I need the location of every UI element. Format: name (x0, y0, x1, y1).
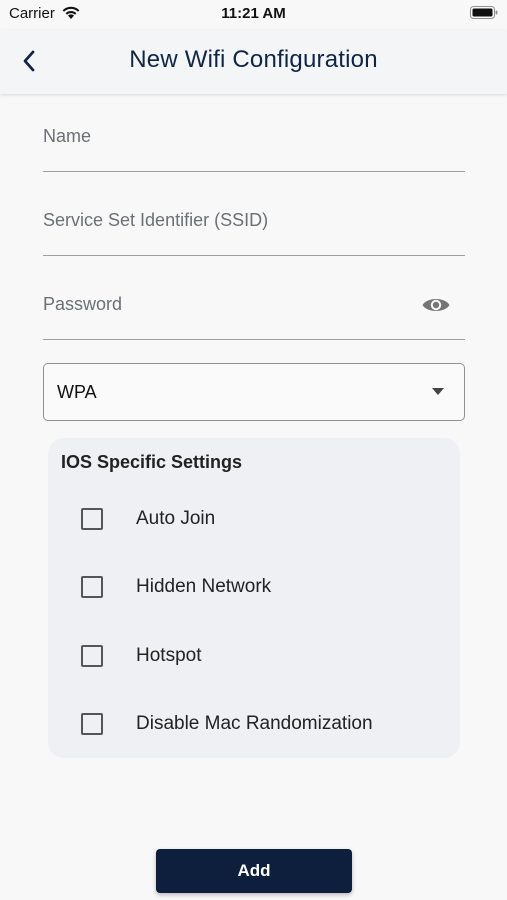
hidden-network-label: Hidden Network (136, 576, 272, 597)
disable-mac-randomization-option[interactable]: Disable Mac Randomization (48, 701, 460, 747)
disable-mac-randomization-label: Disable Mac Randomization (136, 713, 373, 734)
security-type-value: WPA (57, 382, 97, 402)
hidden-network-checkbox[interactable] (81, 576, 103, 598)
disable-mac-randomization-checkbox[interactable] (81, 713, 103, 735)
ios-settings-card: IOS Specific Settings Auto Join Hidden N… (48, 438, 460, 758)
hotspot-option[interactable]: Hotspot (48, 633, 460, 679)
app-header: New Wifi Configuration (0, 30, 507, 94)
hidden-network-option[interactable]: Hidden Network (48, 564, 460, 610)
page-title: New Wifi Configuration (129, 46, 378, 73)
auto-join-option[interactable]: Auto Join (48, 496, 460, 542)
hotspot-checkbox[interactable] (81, 645, 103, 667)
status-bar: Carrier 11:21 AM (0, 0, 507, 30)
auto-join-checkbox[interactable] (81, 508, 103, 530)
password-input[interactable] (43, 280, 403, 339)
auto-join-label: Auto Join (136, 508, 216, 529)
name-input[interactable] (43, 112, 465, 171)
password-field[interactable]: Password (43, 280, 465, 340)
status-time: 11:21 AM (221, 5, 286, 22)
eye-icon[interactable] (421, 294, 451, 316)
ssid-field[interactable]: Service Set Identifier (SSID) (43, 196, 465, 256)
hotspot-label: Hotspot (136, 645, 202, 666)
ios-settings-title: IOS Specific Settings (61, 452, 243, 472)
battery-icon (470, 6, 498, 19)
ssid-input[interactable] (43, 196, 465, 255)
name-field[interactable]: Name (43, 112, 465, 172)
caret-down-icon (432, 388, 444, 395)
add-button[interactable]: Add (156, 849, 352, 893)
security-type-select[interactable]: WPA (43, 363, 465, 421)
